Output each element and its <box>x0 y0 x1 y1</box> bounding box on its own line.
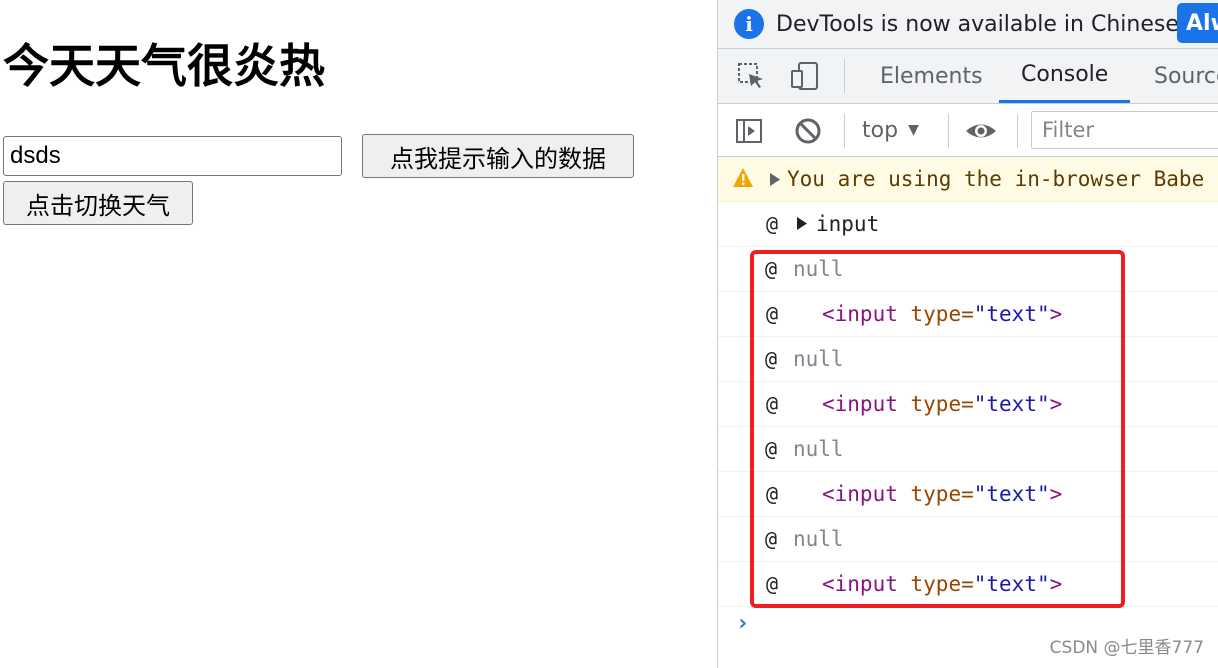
toggle-weather-button[interactable]: 点击切换天气 <box>3 181 193 225</box>
toolbar-divider <box>948 114 949 148</box>
log-element-node[interactable]: <input type="text"> <box>822 382 1062 426</box>
log-source-marker: @ <box>766 392 779 416</box>
always-match-language-button[interactable]: Alw <box>1177 3 1218 43</box>
element-tag-open: <input <box>822 302 898 326</box>
element-attr-name: type <box>910 392 962 416</box>
log-element-node[interactable]: <input type="text"> <box>822 562 1062 606</box>
log-source-marker: @ <box>766 572 779 596</box>
expand-triangle-icon[interactable] <box>770 173 780 186</box>
clear-console-icon[interactable] <box>794 117 822 145</box>
element-tag-open: <input <box>822 572 898 596</box>
console-log-row[interactable]: @ <input type="text"> <box>718 382 1218 427</box>
eye-icon[interactable] <box>964 117 998 145</box>
infobar-message: DevTools is now available in Chinese! <box>776 11 1188 37</box>
toolbar-divider <box>1017 114 1018 148</box>
console-toolbar: top ▼ Filter <box>718 104 1218 157</box>
element-tag-open: <input <box>822 392 898 416</box>
tabbar-divider <box>844 59 845 93</box>
tab-console[interactable]: Console <box>999 49 1131 103</box>
console-log-row[interactable]: @ input <box>718 202 1218 247</box>
element-attr-name: type <box>910 302 962 326</box>
language-infobar: i DevTools is now available in Chinese! … <box>718 0 1218 49</box>
element-attr-name: type <box>910 572 962 596</box>
toolbar-divider <box>844 114 845 148</box>
dropdown-arrow-icon: ▼ <box>908 122 919 138</box>
console-log-row[interactable]: @ null <box>718 517 1218 562</box>
element-attr-equals: = <box>961 392 974 416</box>
tab-sources[interactable]: Source <box>1132 49 1218 103</box>
tab-elements[interactable]: Elements <box>858 49 1005 103</box>
element-attr-equals: = <box>961 572 974 596</box>
console-log-row[interactable]: @ null <box>718 427 1218 472</box>
element-tag-close: > <box>1049 572 1063 596</box>
context-selector[interactable]: top ▼ <box>862 104 919 156</box>
log-object-label: input <box>816 212 880 236</box>
sidebar-toggle-icon[interactable] <box>735 117 763 145</box>
log-source-marker: @ <box>766 302 779 326</box>
inspect-element-icon[interactable] <box>736 61 766 91</box>
element-attr-value: "text" <box>973 302 1050 326</box>
element-attr-value: "text" <box>973 482 1050 506</box>
web-page: 今天天气很炎热 点我提示输入的数据 点击切换天气 <box>0 0 717 668</box>
warning-icon <box>733 168 753 187</box>
log-source-marker: @ <box>766 212 779 236</box>
log-element-node[interactable]: <input type="text"> <box>822 292 1062 336</box>
devtools-tabbar: Elements Console Source <box>718 49 1218 104</box>
log-source-marker: @ <box>765 527 778 551</box>
element-attr-equals: = <box>961 302 974 326</box>
log-source-marker: @ <box>765 347 778 371</box>
info-icon: i <box>734 9 764 39</box>
page-heading: 今天天气很炎热 <box>3 39 325 93</box>
expand-triangle-icon[interactable] <box>797 217 807 230</box>
console-output: You are using the in-browser Babe @ input… <box>718 157 1218 647</box>
log-null-value: null <box>793 257 844 281</box>
element-tag-open: <input <box>822 482 898 506</box>
prompt-chevron-icon: › <box>736 611 750 636</box>
log-source-marker: @ <box>766 482 779 506</box>
element-attr-value: "text" <box>973 572 1050 596</box>
log-source-marker: @ <box>765 257 778 281</box>
context-label: top <box>862 117 899 143</box>
watermark: CSDN @七里香777 <box>1049 638 1204 658</box>
devtools-panel: i DevTools is now available in Chinese! … <box>717 0 1218 668</box>
element-attr-equals: = <box>961 482 974 506</box>
log-null-value: null <box>793 437 844 461</box>
element-tag-close: > <box>1049 482 1063 506</box>
console-filter-input[interactable]: Filter <box>1031 111 1218 149</box>
alert-input-button[interactable]: 点我提示输入的数据 <box>362 134 634 178</box>
warning-message[interactable]: You are using the in-browser Babe <box>718 157 1218 202</box>
console-log-row[interactable]: @ <input type="text"> <box>718 472 1218 517</box>
console-log-row[interactable]: @ <input type="text"> <box>718 562 1218 607</box>
console-log-row[interactable]: @ null <box>718 337 1218 382</box>
log-element-node[interactable]: <input type="text"> <box>822 472 1062 516</box>
element-attr-name: type <box>910 482 962 506</box>
element-tag-close: > <box>1049 302 1063 326</box>
log-null-value: null <box>793 347 844 371</box>
element-attr-value: "text" <box>973 392 1050 416</box>
console-log-row[interactable]: @ null <box>718 247 1218 292</box>
element-tag-close: > <box>1049 392 1063 416</box>
console-log-row[interactable]: @ <input type="text"> <box>718 292 1218 337</box>
device-toolbar-icon[interactable] <box>790 61 820 91</box>
text-input[interactable] <box>3 136 342 176</box>
warning-text: You are using the in-browser Babe <box>787 167 1205 191</box>
log-source-marker: @ <box>765 437 778 461</box>
log-null-value: null <box>793 527 844 551</box>
